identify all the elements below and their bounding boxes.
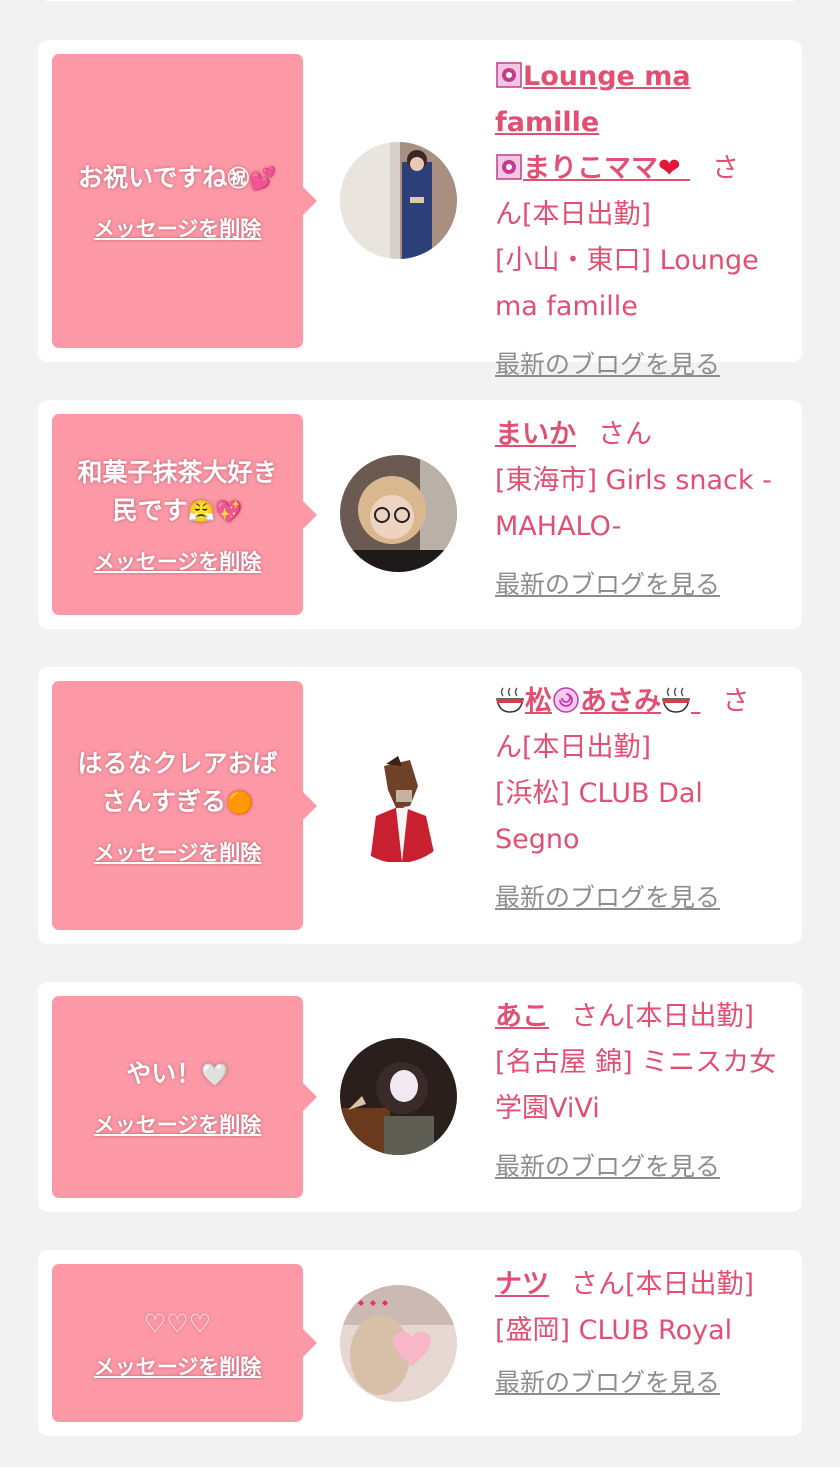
avatar-photo	[340, 746, 457, 863]
cast-info: まいか さん [東海市] Girls snack - MAHALO- 最新のブログ…	[495, 412, 787, 608]
message-card: 和菓子抹茶大好き 民です😤💖 メッセージを削除 まいか さん [東海市] Girl…	[38, 400, 802, 629]
avatar-photo	[340, 1038, 457, 1155]
status-text: ん[本日出勤]	[495, 732, 652, 763]
shop-name: [名古屋 錦] ミニスカ女	[495, 1047, 777, 1078]
delete-message-link[interactable]: メッセージを削除	[94, 546, 262, 576]
cast-name-link[interactable]: 松あさみ	[495, 686, 700, 717]
message-emoji: ㊗💕	[227, 167, 277, 192]
shop-name: [小山・東口] Lounge	[495, 245, 759, 276]
cast-name-link[interactable]: あこ	[495, 1001, 549, 1032]
heart-icon: ❤	[658, 153, 681, 184]
name-line: 松	[525, 686, 552, 717]
shop-name: Segno	[495, 824, 580, 855]
latest-blog-link[interactable]: 最新のブログを見る	[495, 1360, 720, 1406]
message-bubble: ♡♡♡ メッセージを削除	[52, 1264, 317, 1422]
message-text: 和菓子抹茶大好き 民です😤💖	[77, 454, 277, 532]
message-emoji: 😤💖	[187, 499, 243, 525]
cast-info: Lounge ma famille まりこママ❤ さ ん[本日出勤] [小山・東…	[495, 54, 787, 388]
message-card: やい！🤍 メッセージを削除 あこ さん[本日出勤] [名古屋 錦] ミニスカ女 学…	[38, 982, 802, 1212]
message-line: さんすぎる	[101, 786, 227, 816]
avatar-photo	[340, 1285, 457, 1402]
cast-name-link[interactable]: Lounge ma famille まりこママ❤	[495, 61, 691, 184]
flower-icon	[496, 62, 522, 88]
avatar[interactable]	[340, 746, 457, 863]
message-text: お祝いですね㊗💕	[78, 159, 277, 199]
honorific: さん[本日出勤]	[571, 1269, 755, 1300]
message-card: はるなクレアおば さんすぎる🟠 メッセージを削除 松あさみ さ ん[本日出勤] …	[38, 667, 802, 944]
honorific: さ	[712, 153, 740, 184]
honorific: さん[本日出勤]	[571, 1001, 755, 1032]
delete-message-link[interactable]: メッセージを削除	[94, 213, 262, 243]
avatar[interactable]	[340, 1038, 457, 1155]
ramen-bowl-icon	[662, 687, 690, 713]
latest-blog-link[interactable]: 最新のブログを見る	[495, 1144, 720, 1190]
cast-info: ナツ さん[本日出勤] [盛岡] CLUB Royal 最新のブログを見る	[495, 1262, 787, 1406]
message-line: はるなクレアおば	[77, 748, 278, 778]
message-bubble: はるなクレアおば さんすぎる🟠 メッセージを削除	[52, 681, 317, 930]
delete-message-link[interactable]: メッセージを削除	[94, 837, 262, 867]
message-line: お祝いですね	[78, 163, 228, 192]
latest-blog-link[interactable]: 最新のブログを見る	[495, 562, 720, 608]
message-line: 和菓子抹茶大好き	[77, 457, 278, 487]
latest-blog-link[interactable]: 最新のブログを見る	[495, 875, 720, 921]
shop-name: ma famille	[495, 291, 638, 322]
message-line: 民です	[112, 495, 188, 525]
honorific: さ	[722, 686, 750, 717]
cast-info: 松あさみ さ ん[本日出勤] [浜松] CLUB Dal Segno 最新のブロ…	[495, 679, 787, 921]
cast-name-link[interactable]: ナツ	[495, 1269, 549, 1300]
previous-card-edge	[38, 0, 802, 1]
avatar[interactable]	[340, 142, 457, 259]
flower-icon	[496, 154, 522, 180]
message-bubble: やい！🤍 メッセージを削除	[52, 996, 317, 1198]
name-line: あさみ	[580, 686, 661, 717]
shop-name: MAHALO-	[495, 511, 622, 542]
honorific: さん	[598, 419, 652, 450]
message-text: ♡♡♡	[143, 1309, 212, 1338]
latest-blog-link[interactable]: 最新のブログを見る	[495, 342, 720, 388]
shop-name: [浜松] CLUB Dal	[495, 778, 703, 809]
status-text: ん[本日出勤]	[495, 199, 652, 230]
avatar-photo	[340, 142, 457, 259]
message-text: はるなクレアおば さんすぎる🟠	[77, 745, 277, 823]
shop-name: 学園ViVi	[495, 1093, 600, 1124]
name-line: Lounge ma famille	[495, 61, 691, 138]
message-bubble: 和菓子抹茶大好き 民です😤💖 メッセージを削除	[52, 414, 317, 615]
message-line: やい！	[126, 1059, 202, 1088]
ramen-bowl-icon	[496, 687, 524, 713]
avatar[interactable]	[340, 1285, 457, 1402]
message-card: お祝いですね㊗💕 メッセージを削除 Lounge ma famille まりこマ…	[38, 40, 802, 379]
cast-info: あこ さん[本日出勤] [名古屋 錦] ミニスカ女 学園ViVi 最新のブログを見…	[495, 994, 787, 1190]
message-text: やい！🤍	[126, 1055, 228, 1095]
delete-message-link[interactable]: メッセージを削除	[94, 1109, 262, 1139]
cast-name-link[interactable]: まいか	[495, 419, 576, 450]
avatar-photo	[340, 455, 457, 572]
shop-name: [東海市] Girls snack -	[495, 465, 772, 496]
message-emoji: 🤍	[201, 1063, 229, 1088]
naruto-icon	[553, 687, 579, 713]
delete-message-link[interactable]: メッセージを削除	[94, 1351, 262, 1381]
message-card: ♡♡♡ メッセージを削除 ナツ さん[本日出勤] [盛岡] CLUB Royal …	[38, 1250, 802, 1436]
message-bubble: お祝いですね㊗💕 メッセージを削除	[52, 54, 317, 348]
shop-name: [盛岡] CLUB Royal	[495, 1315, 733, 1346]
avatar[interactable]	[340, 455, 457, 572]
message-emoji: 🟠	[226, 790, 254, 816]
name-line: まりこママ	[523, 153, 658, 184]
